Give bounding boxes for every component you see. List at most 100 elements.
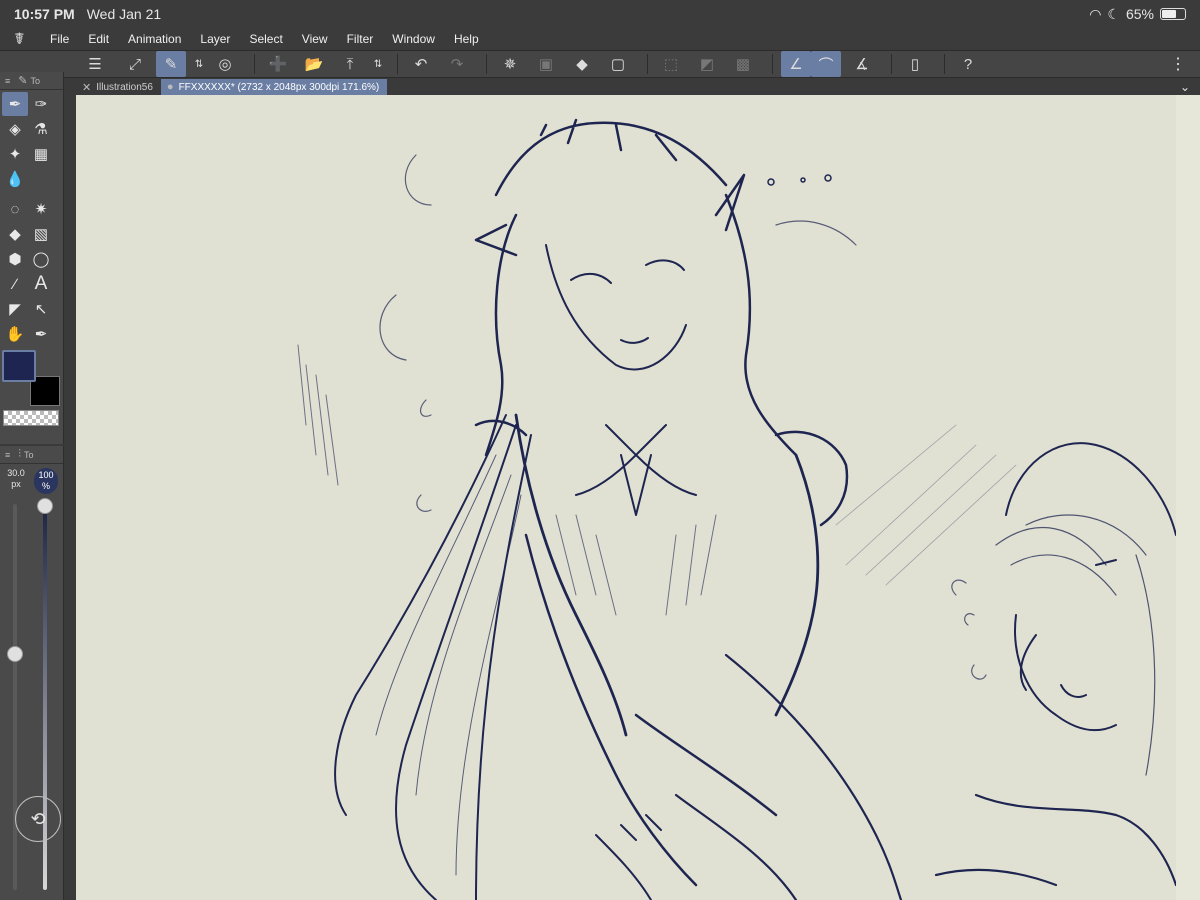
menu-filter[interactable]: Filter <box>347 32 374 46</box>
invert-selection-icon[interactable]: ◩ <box>692 51 722 77</box>
fill-bucket-icon[interactable]: ◆ <box>567 51 597 77</box>
edit-modify-icon[interactable]: ✎ <box>156 51 186 77</box>
document-tab-bar: ✕ Illustration56 ● FFXXXXXX* (2732 x 204… <box>76 78 1200 95</box>
hatch-lines-sketch <box>297 344 339 486</box>
rotate-canvas-icon[interactable]: ⟲ <box>15 796 61 842</box>
fountain-pen-tool-icon[interactable]: ✑ <box>28 92 54 116</box>
text-tool-icon[interactable]: A <box>28 272 54 296</box>
menu-select[interactable]: Select <box>249 32 282 46</box>
more-options-icon[interactable]: ⋮ <box>1170 54 1186 74</box>
motion-lines-sketch <box>835 424 1017 586</box>
help-question-icon[interactable]: ? <box>953 51 983 77</box>
palette-menu-icon[interactable]: ≡ <box>5 450 10 460</box>
face-sketch <box>545 244 687 371</box>
record-timelapse-icon[interactable]: ◎ <box>210 51 240 77</box>
foreground-color-swatch[interactable] <box>2 350 36 382</box>
toolbar-divider <box>254 54 255 74</box>
smartphone-icon[interactable]: ▯ <box>900 51 930 77</box>
tab-current-document[interactable]: ● FFXXXXXX* (2732 x 2048px 300dpi 171.6%… <box>160 79 388 95</box>
bubbles-right-sketch <box>951 579 987 680</box>
command-bar: ☰ ⤢ ✎ ⇅ ◎ ➕ 📂 ⤒ ⇅ ↶ ↷ ✵ ▣ ◆ ▢ ⬚ ◩ ▩ ∠ ⌒ … <box>0 50 1200 78</box>
menu-window[interactable]: Window <box>392 32 435 46</box>
tab-illustration56[interactable]: ✕ Illustration56 <box>76 79 161 95</box>
chevron-down-icon[interactable]: ⌄ <box>1180 80 1190 94</box>
sparkle-effect-tool-icon[interactable]: ✦ <box>2 142 28 166</box>
headpiece-sketch <box>494 118 728 197</box>
magic-wand-tool-icon[interactable]: ✷ <box>28 197 54 221</box>
redo-icon[interactable]: ↷ <box>442 51 472 77</box>
frame-border-tool-icon[interactable]: ◤ <box>2 297 28 321</box>
ruler-curve-icon[interactable]: ⌒ <box>811 51 841 77</box>
hands-sketch <box>595 814 662 900</box>
lasso-tool-icon[interactable]: ◌ <box>2 197 28 221</box>
dress-shading-sketch <box>555 514 717 616</box>
moon-icon: ☾ <box>1107 5 1120 22</box>
brush-size-slider[interactable] <box>13 504 17 890</box>
blend-drops-tool-icon[interactable]: 💧 <box>2 167 28 191</box>
show-selection-icon[interactable]: ▩ <box>728 51 758 77</box>
menu-view[interactable]: View <box>302 32 328 46</box>
undo-icon[interactable]: ↶ <box>406 51 436 77</box>
select-layer-icon[interactable]: ▣ <box>531 51 561 77</box>
menu-file[interactable]: File <box>50 32 69 46</box>
second-character-shoulder-sketch <box>934 793 1176 887</box>
brush-size-slider-knob[interactable] <box>7 646 23 662</box>
menu-edit[interactable]: Edit <box>88 32 109 46</box>
toolbar-divider <box>397 54 398 74</box>
eraser-tool-icon[interactable]: ◈ <box>2 117 28 141</box>
opacity-unit: % <box>41 481 50 491</box>
dot-1 <box>767 178 775 186</box>
status-time: 10:57 PM <box>14 6 75 22</box>
ruler-snap-icon[interactable]: ∠ <box>781 51 811 77</box>
fit-view-icon[interactable]: ⤢ <box>120 51 150 77</box>
menu-help[interactable]: Help <box>454 32 479 46</box>
ink-bottle-tool-icon[interactable]: ⚗ <box>28 117 54 141</box>
open-folder-icon[interactable]: 📂 <box>299 51 329 77</box>
battery-fill <box>1162 10 1177 18</box>
empty-slot <box>28 167 54 191</box>
loading-spinner-icon[interactable]: ✵ <box>495 51 525 77</box>
menu-layer[interactable]: Layer <box>200 32 230 46</box>
tab-label: FFXXXXXX* (2732 x 2048px 300dpi 171.6%) <box>178 81 380 93</box>
brush-panel-header: ≡ ⫶ To <box>0 446 63 464</box>
ruler-straight-icon[interactable]: ∡ <box>847 51 877 77</box>
opacity-slider-knob[interactable] <box>37 498 53 514</box>
fill-tool-icon[interactable]: ◆ <box>2 222 28 246</box>
menu-bar: ☤ File Edit Animation Layer Select View … <box>0 28 1200 50</box>
battery-percent: 65% <box>1125 6 1154 22</box>
drawing-canvas[interactable] <box>76 95 1176 900</box>
close-tab-icon[interactable]: ✕ <box>82 81 91 94</box>
speech-balloon-tool-icon[interactable]: ◯ <box>28 247 54 271</box>
toolbar-divider <box>944 54 945 74</box>
menu-animation[interactable]: Animation <box>128 32 181 46</box>
save-tray-icon[interactable]: ⤒ <box>335 51 365 77</box>
pen-tool-icon[interactable]: ✒ <box>2 92 28 116</box>
gradient-tool-icon[interactable]: ▧ <box>28 222 54 246</box>
stepper-up-down-icon-2[interactable]: ⇅ <box>371 51 385 77</box>
app-logo-icon[interactable]: ☤ <box>14 29 34 49</box>
dot-3 <box>824 174 832 182</box>
stepper-up-down-icon[interactable]: ⇅ <box>192 51 206 77</box>
tab-label: Illustration56 <box>96 81 153 93</box>
status-indicators: ◠ ☾ 65% <box>1089 6 1186 23</box>
transparent-color-swatch[interactable] <box>3 410 59 426</box>
opacity-readout: 100 % <box>34 468 58 494</box>
object-select-tool-icon[interactable]: ⬢ <box>2 247 28 271</box>
hamburger-menu-icon[interactable]: ☰ <box>80 51 110 77</box>
palette-menu-icon[interactable]: ≡ <box>5 76 10 86</box>
new-canvas-icon[interactable]: ➕ <box>263 51 293 77</box>
brush-panel: ≡ ⫶ To 30.0 px 100 % ⟲ <box>0 446 64 900</box>
eyedropper-tool-icon[interactable]: ✒ <box>28 322 54 346</box>
grid-ruler-tool-icon[interactable]: ▦ <box>28 142 54 166</box>
color-swatches <box>2 350 62 408</box>
clear-selection-icon[interactable]: ⬚ <box>656 51 686 77</box>
operation-tool-icon[interactable]: ↖ <box>28 297 54 321</box>
hair-outline-sketch <box>484 193 798 457</box>
tool-palette: ≡ ✎ To ✒ ✑ ◈ ⚗ ✦ ▦ 💧 ◌ ✷ ◆ ▧ ⬢ ◯ ∕ A ◤ ↖… <box>0 72 64 444</box>
hand-tool-icon[interactable]: ✋ <box>2 322 28 346</box>
brush-size-value: 30.0 <box>7 468 25 478</box>
transform-icon[interactable]: ▢ <box>603 51 633 77</box>
line-tool-icon[interactable]: ∕ <box>2 272 28 296</box>
canvas-scroll-edge <box>1176 95 1200 900</box>
second-character-face-sketch <box>1019 559 1117 698</box>
